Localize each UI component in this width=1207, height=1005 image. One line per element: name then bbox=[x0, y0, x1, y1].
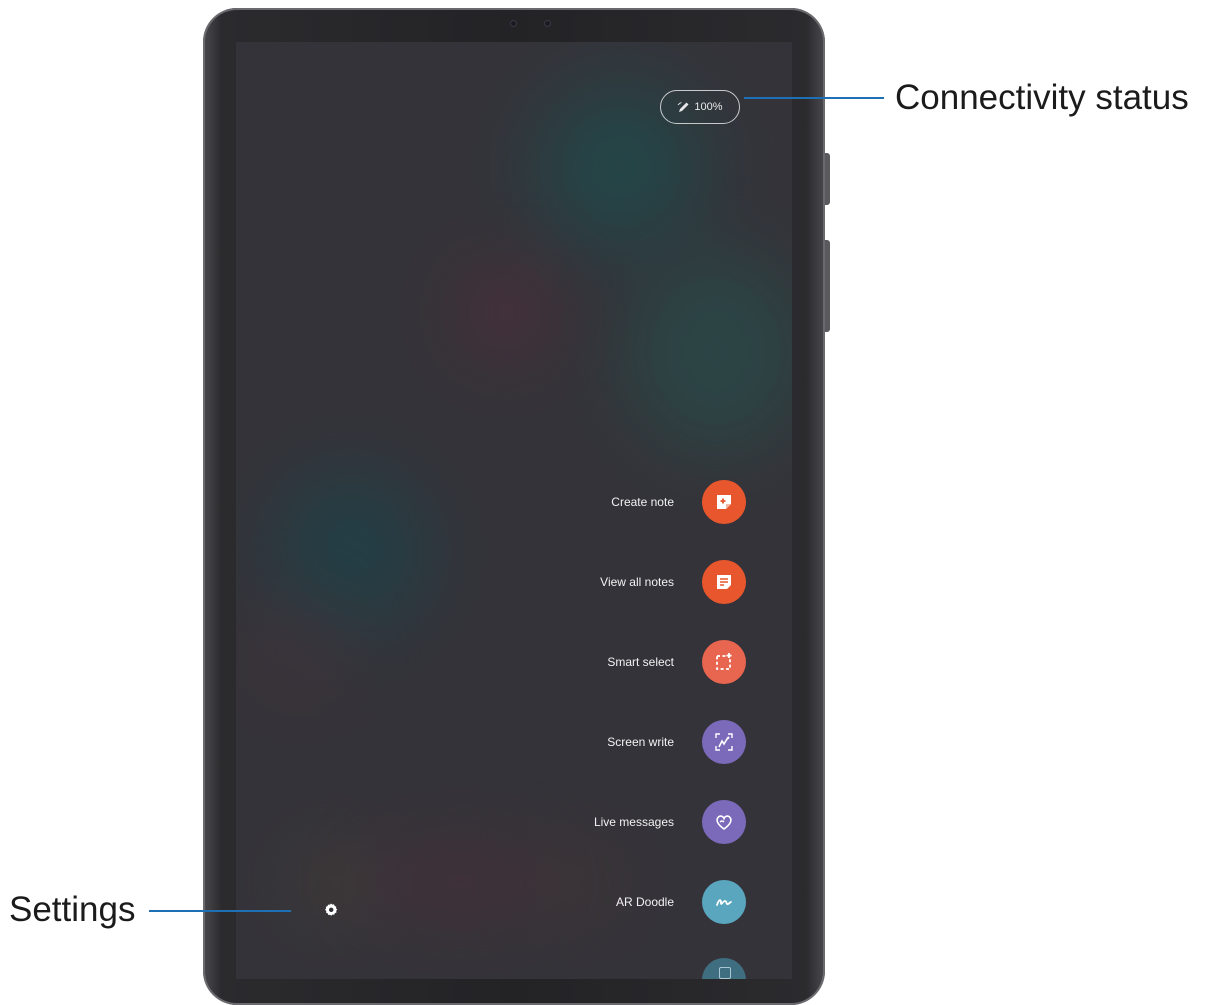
live-messages-icon[interactable] bbox=[702, 800, 746, 844]
menu-item-screen-write[interactable]: Screen write bbox=[607, 720, 746, 764]
menu-item-label: AR Doodle bbox=[615, 895, 674, 909]
screen-write-icon[interactable] bbox=[702, 720, 746, 764]
menu-item-label: View all notes bbox=[600, 575, 674, 589]
gear-icon[interactable] bbox=[323, 902, 339, 918]
menu-item-view-all-notes[interactable]: View all notes bbox=[600, 560, 746, 604]
tablet-device: 100% Create note View all notes Smart se… bbox=[203, 8, 830, 1005]
connectivity-status[interactable]: 100% bbox=[660, 90, 740, 124]
menu-item-live-messages[interactable]: Live messages bbox=[594, 800, 746, 844]
connectivity-status-callout: Connectivity status bbox=[895, 78, 1189, 117]
connectivity-callout-line bbox=[744, 97, 884, 99]
ar-doodle-icon[interactable] bbox=[702, 880, 746, 924]
menu-item-create-note[interactable]: Create note bbox=[611, 480, 746, 524]
menu-item-smart-select[interactable]: Smart select bbox=[607, 640, 746, 684]
square-icon bbox=[719, 967, 731, 979]
front-camera bbox=[510, 20, 517, 27]
settings-callout: Settings bbox=[9, 890, 136, 929]
menu-item-label: Smart select bbox=[607, 655, 674, 669]
menu-item-label: Screen write bbox=[607, 735, 674, 749]
battery-percent: 100% bbox=[694, 101, 723, 113]
view-all-notes-icon[interactable] bbox=[702, 560, 746, 604]
menu-item-ar-doodle[interactable]: AR Doodle bbox=[616, 880, 746, 924]
settings-callout-line bbox=[149, 910, 291, 912]
menu-item-label: Live messages bbox=[593, 815, 674, 829]
smart-select-icon[interactable] bbox=[702, 640, 746, 684]
screen: 100% Create note View all notes Smart se… bbox=[236, 42, 792, 979]
menu-item-label: Create note bbox=[611, 495, 674, 509]
create-note-icon[interactable] bbox=[702, 480, 746, 524]
pen-icon bbox=[677, 101, 690, 114]
power-button bbox=[825, 240, 830, 332]
front-sensor bbox=[544, 20, 551, 27]
volume-button bbox=[825, 153, 830, 205]
